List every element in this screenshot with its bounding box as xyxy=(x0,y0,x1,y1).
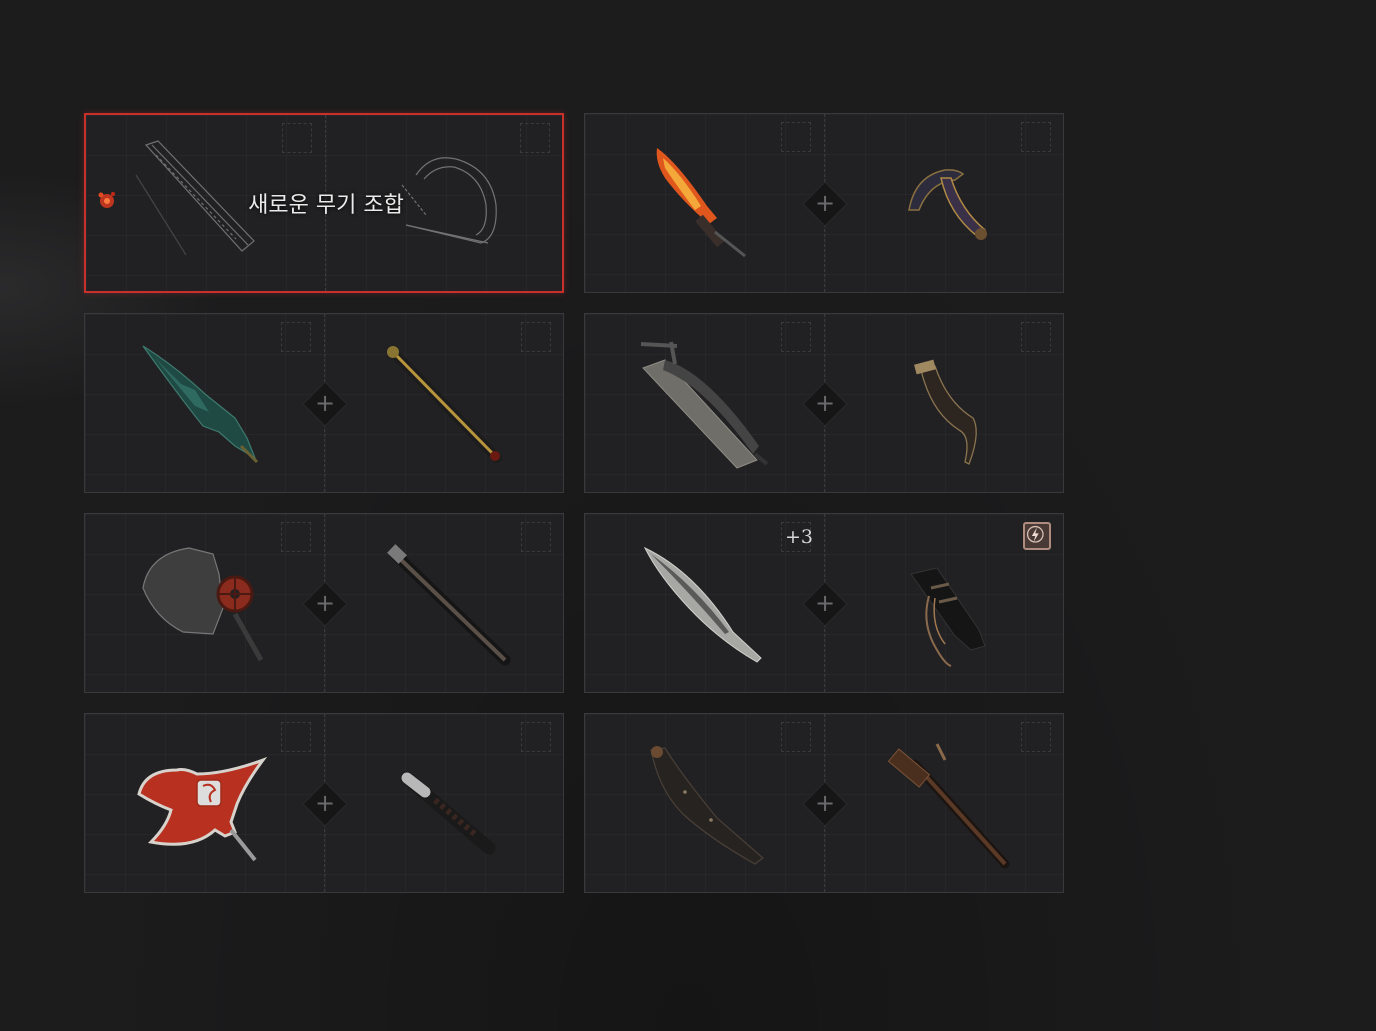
weapon-combo-slot[interactable]: + xyxy=(584,313,1064,493)
weapon-combo-slot[interactable]: + xyxy=(84,513,564,693)
weapon-combo-slot[interactable]: + xyxy=(584,113,1064,293)
weapon-combo-slot[interactable]: + xyxy=(584,713,1064,893)
weapon-combo-slot[interactable]: +3 + xyxy=(584,513,1064,693)
weapon-combo-slot[interactable]: + xyxy=(84,313,564,493)
new-combo-label: 새로운 무기 조합 xyxy=(248,193,404,218)
new-combo-slot[interactable]: 새로운 무기 조합 xyxy=(84,113,564,293)
weapon-combo-slot[interactable]: + xyxy=(84,713,564,893)
